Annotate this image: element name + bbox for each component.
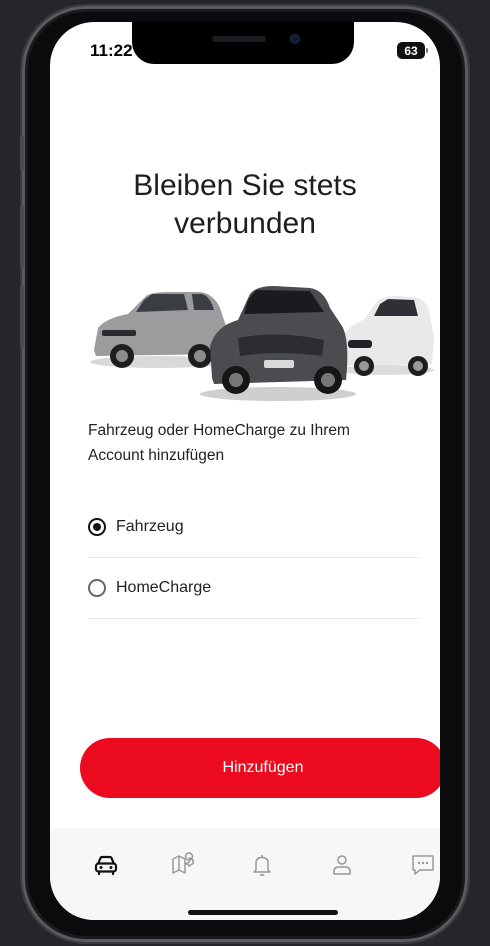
camera: [290, 34, 300, 44]
user-icon[interactable]: [329, 852, 355, 878]
option-homecharge[interactable]: HomeCharge: [88, 557, 420, 619]
radio-unselected-icon[interactable]: [88, 578, 106, 597]
speaker: [212, 36, 266, 42]
add-button[interactable]: Hinzufügen: [80, 738, 440, 798]
page-subtitle: Fahrzeug oder HomeCharge zu Ihrem Accoun…: [88, 422, 350, 464]
notch: [132, 22, 354, 64]
option-label: Fahrzeug: [116, 517, 184, 535]
volume-up-button: [20, 206, 24, 268]
chat-icon[interactable]: [410, 852, 436, 878]
car-left-image: [90, 292, 226, 368]
home-indicator[interactable]: [188, 910, 338, 915]
bell-icon[interactable]: [249, 852, 275, 878]
mute-switch: [20, 136, 24, 170]
car-center-image: [200, 286, 356, 401]
page-title-line1: Bleiben Sie stets: [133, 169, 357, 202]
car-right-image: [338, 296, 434, 376]
page-title: Bleiben Sie stets verbunden: [50, 167, 440, 243]
status-time: 11:22: [90, 41, 133, 60]
bottom-tab-bar: [50, 828, 440, 920]
cars-illustration: [90, 286, 434, 401]
map-pin-icon[interactable]: [170, 852, 196, 878]
car-icon[interactable]: [93, 852, 119, 878]
app-screen: 11:22 63 Bleiben Sie stets verbunden Fah…: [50, 22, 440, 920]
option-fahrzeug[interactable]: Fahrzeug: [88, 496, 420, 558]
battery-indicator: 63: [397, 42, 428, 59]
volume-down-button: [20, 286, 24, 348]
page-title-line2: verbunden: [174, 207, 316, 240]
radio-selected-icon[interactable]: [88, 517, 106, 536]
option-label: HomeCharge: [116, 578, 212, 596]
